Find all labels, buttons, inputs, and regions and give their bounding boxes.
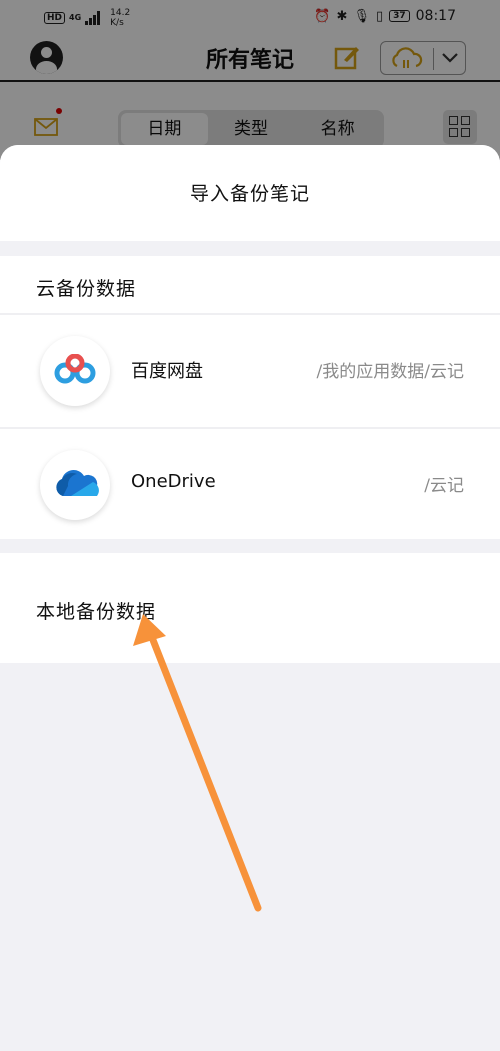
cloud-item-name: 百度网盘 <box>131 361 203 382</box>
onedrive-icon <box>40 450 110 520</box>
cloud-item-baidu[interactable]: 百度网盘 /我的应用数据/云记 <box>0 315 500 427</box>
cloud-item-onedrive[interactable]: OneDrive /云记 <box>0 429 500 541</box>
baidu-netdisk-icon <box>40 336 110 406</box>
local-backup-section[interactable]: 本地备份数据 <box>0 553 500 663</box>
cloud-section-title: 云备份数据 <box>36 278 137 300</box>
sheet-title: 导入备份笔记 <box>189 183 310 205</box>
cloud-item-name: OneDrive <box>131 471 216 492</box>
cloud-item-path: /云记 <box>424 476 464 496</box>
scrim-overlay[interactable] <box>0 0 500 160</box>
import-backup-sheet: 导入备份笔记 云备份数据 百度网盘 /我的应用数据/云记 OneDrive /云… <box>0 145 500 1051</box>
local-section-title: 本地备份数据 <box>36 601 157 623</box>
sheet-header: 导入备份笔记 <box>0 145 500 241</box>
cloud-item-path: /我的应用数据/云记 <box>316 362 464 382</box>
cloud-backup-section: 云备份数据 百度网盘 /我的应用数据/云记 OneDrive /云记 <box>0 256 500 539</box>
